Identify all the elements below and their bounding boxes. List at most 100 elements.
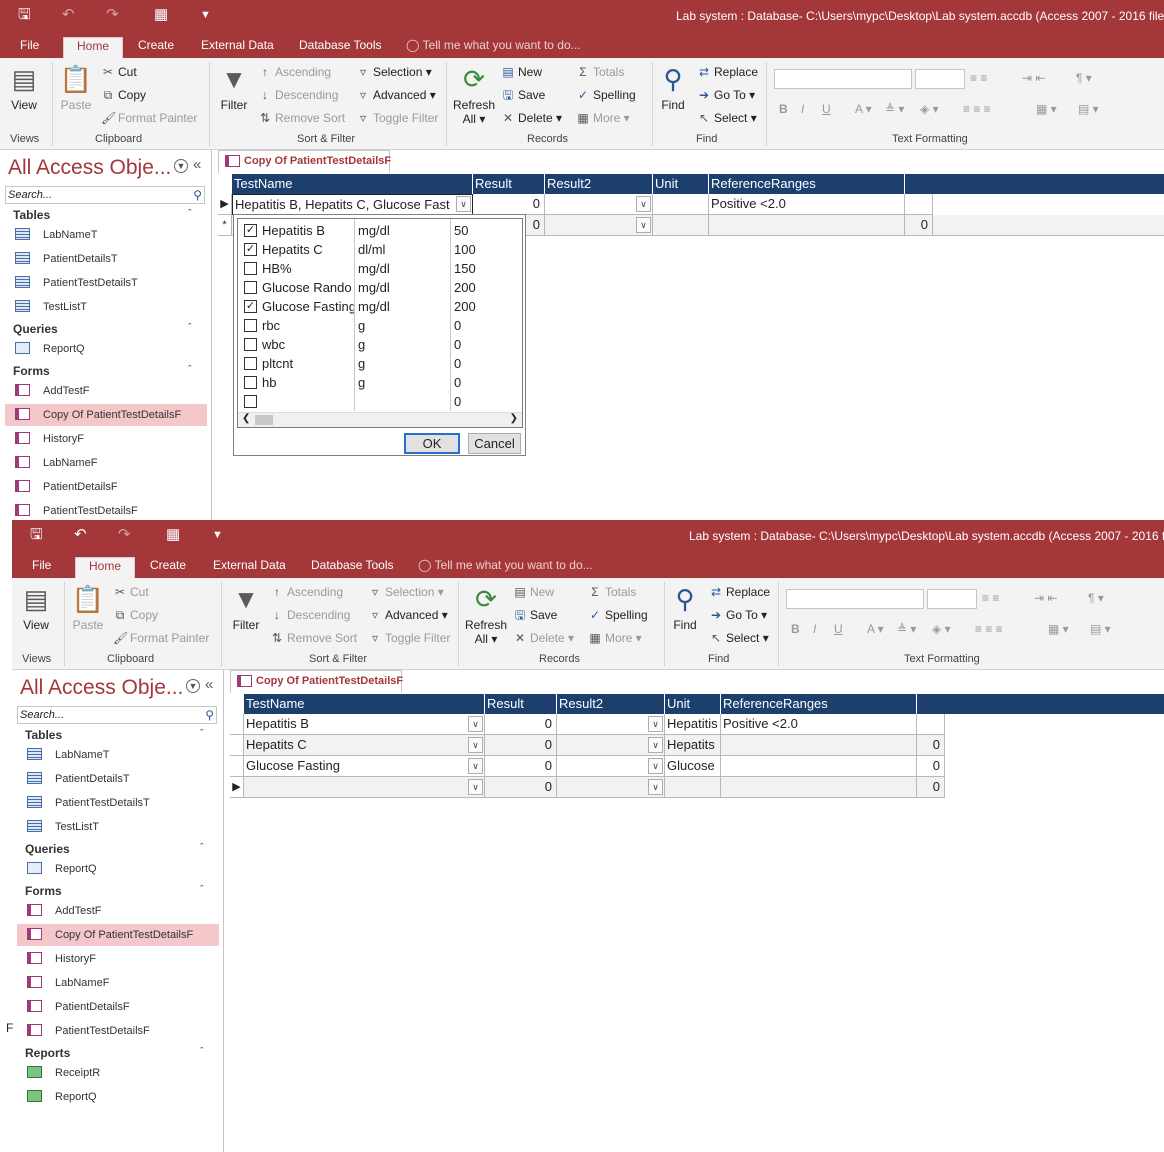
nav-table-labnamet[interactable]: LabNameT <box>17 744 219 766</box>
align-icons[interactable]: ≡ ≡ ≡ <box>975 621 1003 637</box>
cancel-button[interactable]: Cancel <box>468 433 521 454</box>
value-list-item[interactable]: rbc g 0 <box>238 316 522 335</box>
form-view-icon[interactable]: ▦ <box>154 6 168 24</box>
testname-cell[interactable]: Hepatitis B <box>244 714 485 735</box>
reference-cell[interactable]: Positive <2.0 <box>721 714 917 735</box>
refresh-all-button[interactable]: ⟳ Refresh All ▾ <box>452 64 496 126</box>
value-list-item[interactable]: Glucose Rando mg/dl 200 <box>238 278 522 297</box>
result-cell[interactable]: 0 <box>485 735 557 756</box>
result-cell[interactable]: 0 <box>485 777 557 798</box>
indent-icon[interactable]: ⇥ ⇤ <box>1034 590 1057 606</box>
select-button[interactable]: ↖ Select ▾ <box>697 110 757 126</box>
tab-database-tools[interactable]: Database Tools <box>289 37 392 58</box>
remove-sort-button[interactable]: ⇅ Remove Sort <box>270 630 357 646</box>
redo-icon[interactable]: ↷ <box>118 526 131 544</box>
extra-cell[interactable] <box>917 714 945 735</box>
reference-cell[interactable] <box>721 735 917 756</box>
section-forms[interactable]: Forms <box>13 364 50 378</box>
descending-button[interactable]: ↓ Descending <box>258 87 338 103</box>
select-button[interactable]: ↖ Select ▾ <box>709 630 769 646</box>
save-record-button[interactable]: 🖫 Save <box>513 607 557 623</box>
checkbox-checked-icon[interactable]: ✓ <box>244 224 257 237</box>
scroll-left-icon[interactable]: ❮ <box>242 413 250 424</box>
checkbox-checked-icon[interactable]: ✓ <box>244 300 257 313</box>
checkbox-icon[interactable] <box>244 319 257 332</box>
selection-button[interactable]: ▿ Selection ▾ <box>356 64 432 80</box>
col-result2[interactable]: Result2 <box>557 694 665 714</box>
more-button[interactable]: ▦ More ▾ <box>576 110 629 126</box>
horizontal-scrollbar[interactable]: ❮ ❯ <box>238 412 522 427</box>
checkbox-checked-icon[interactable]: ✓ <box>244 243 257 256</box>
nav-query-reportq[interactable]: ReportQ <box>17 858 219 880</box>
replace-button[interactable]: ⇄ Replace <box>697 64 758 80</box>
nav-table-patientdetailst[interactable]: PatientDetailsT <box>5 248 207 270</box>
testname-cell[interactable]: Hepatitis B, Hepatits C, Glucose Fast <box>232 194 473 215</box>
dropdown-arrow-icon[interactable]: ∨ <box>648 758 663 774</box>
ascending-button[interactable]: ↑ Ascending <box>270 584 343 600</box>
nav-table-patientdetailst[interactable]: PatientDetailsT <box>17 768 219 790</box>
document-tab[interactable]: Copy Of PatientTestDetailsF <box>218 150 391 173</box>
collapse-icon[interactable]: ˆ <box>188 208 192 220</box>
value-list-item[interactable]: hb g 0 <box>238 373 522 392</box>
extra-cell[interactable]: 0 <box>905 215 933 236</box>
highlight-icon[interactable]: ≜ ▾ <box>885 101 904 117</box>
align-icons[interactable]: ≡ ≡ ≡ <box>963 101 991 117</box>
nav-form-patientdetailsf[interactable]: PatientDetailsF <box>17 996 219 1018</box>
section-tables[interactable]: Tables <box>25 728 62 742</box>
underline-icon[interactable]: U <box>834 621 843 637</box>
font-name-box[interactable] <box>774 69 912 89</box>
dropdown-arrow-icon[interactable]: ∨ <box>468 737 483 753</box>
view-button[interactable]: ▤ View <box>6 64 42 112</box>
nav-form-labnamef[interactable]: LabNameF <box>17 972 219 994</box>
bold-icon[interactable]: B <box>779 101 788 117</box>
customize-qat-icon[interactable]: ▼ <box>200 6 211 24</box>
section-forms[interactable]: Forms <box>25 884 62 898</box>
paragraph-direction-icon[interactable]: ¶ ▾ <box>1088 590 1104 606</box>
nav-table-testlistt[interactable]: TestListT <box>17 816 219 838</box>
collapse-icon[interactable]: ˆ <box>188 364 192 376</box>
font-size-box[interactable] <box>915 69 965 89</box>
go-to-button[interactable]: ➔ Go To ▾ <box>709 607 767 623</box>
extra-cell[interactable]: 0 <box>917 756 945 777</box>
section-queries[interactable]: Queries <box>13 322 58 336</box>
value-list-item[interactable]: ✓ Glucose Fasting mg/dl 200 <box>238 297 522 316</box>
tell-me-box[interactable]: ◯ Tell me what you want to do... <box>418 557 593 574</box>
toggle-filter-button[interactable]: ▿ Toggle Filter <box>368 630 450 646</box>
checkbox-icon[interactable] <box>244 395 257 408</box>
nav-query-reportq[interactable]: ReportQ <box>5 338 207 360</box>
save-record-button[interactable]: 🖫 Save <box>501 87 545 103</box>
unit-cell[interactable] <box>665 777 721 798</box>
search-input[interactable]: Search... ⚲ <box>5 186 205 204</box>
dropdown-arrow-icon[interactable]: ∨ <box>636 217 651 233</box>
alt-row-color-icon[interactable]: ▤ ▾ <box>1090 621 1111 637</box>
new-record-button[interactable]: ▤ New <box>501 64 542 80</box>
col-testname[interactable]: TestName <box>232 174 473 194</box>
current-record-indicator[interactable]: ▶ <box>218 194 232 215</box>
section-tables[interactable]: Tables <box>13 208 50 222</box>
italic-icon[interactable]: I <box>813 621 816 637</box>
dropdown-arrow-icon[interactable]: ∨ <box>468 716 483 732</box>
remove-sort-button[interactable]: ⇅ Remove Sort <box>258 110 345 126</box>
descending-button[interactable]: ↓ Descending <box>270 607 350 623</box>
tab-home[interactable]: Home <box>75 557 135 578</box>
ascending-button[interactable]: ↑ Ascending <box>258 64 331 80</box>
customize-qat-icon[interactable]: ▼ <box>212 526 223 544</box>
copy-button[interactable]: ⧉ Copy <box>101 87 146 103</box>
format-painter-button[interactable]: 🖌 Format Painter <box>101 110 197 126</box>
spelling-button[interactable]: ✓ Spelling <box>576 87 636 103</box>
dropdown-arrow-icon[interactable]: ∨ <box>648 779 663 795</box>
col-unit[interactable]: Unit <box>665 694 721 714</box>
scroll-thumb[interactable] <box>255 415 273 425</box>
chevron-down-icon[interactable]: ▼ <box>186 679 200 693</box>
nav-pane-title[interactable]: All Access Obje... <box>20 674 183 702</box>
result-cell[interactable]: 0 <box>485 756 557 777</box>
bold-icon[interactable]: B <box>791 621 800 637</box>
alt-row-color-icon[interactable]: ▤ ▾ <box>1078 101 1099 117</box>
find-button[interactable]: ⚲ Find <box>656 64 690 112</box>
form-view-icon[interactable]: ▦ <box>166 526 180 544</box>
totals-button[interactable]: Σ Totals <box>576 64 624 80</box>
tab-home[interactable]: Home <box>63 37 123 58</box>
refresh-all-button[interactable]: ⟳ Refresh All ▾ <box>464 584 508 646</box>
tab-external-data[interactable]: External Data <box>191 37 284 58</box>
indent-icon[interactable]: ⇥ ⇤ <box>1022 70 1045 86</box>
